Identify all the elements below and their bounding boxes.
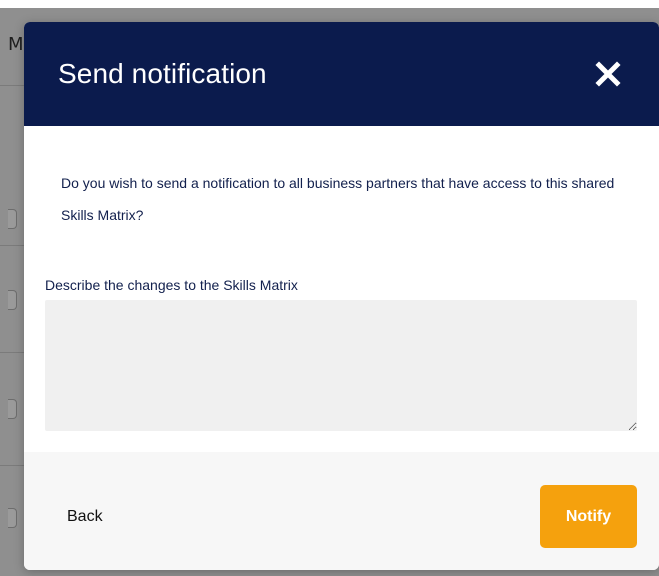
- changes-field-label: Describe the changes to the Skills Matri…: [45, 277, 298, 293]
- background-divider: [0, 465, 24, 466]
- background-partial-heading: M: [8, 34, 24, 55]
- close-button[interactable]: [590, 56, 626, 92]
- changes-description-textarea[interactable]: [45, 300, 637, 431]
- back-button[interactable]: Back: [67, 506, 103, 528]
- background-checkbox: [8, 508, 17, 528]
- background-divider: [0, 352, 24, 353]
- notification-question: Do you wish to send a notification to al…: [61, 175, 615, 223]
- send-notification-modal: Send notification Do you wish to send a …: [24, 22, 659, 570]
- modal-title: Send notification: [58, 58, 267, 89]
- background-divider: [0, 85, 24, 86]
- notify-button[interactable]: Notify: [540, 485, 637, 548]
- modal-body: Do you wish to send a notification to al…: [24, 126, 659, 452]
- background-top-strip: [0, 0, 659, 8]
- modal-header: Send notification: [24, 22, 659, 126]
- background-checkbox: [8, 399, 17, 419]
- background-checkbox: [8, 209, 17, 229]
- close-icon: [595, 61, 621, 87]
- modal-footer: Back Notify: [24, 452, 659, 570]
- background-checkbox: [8, 290, 17, 310]
- background-divider: [0, 245, 24, 246]
